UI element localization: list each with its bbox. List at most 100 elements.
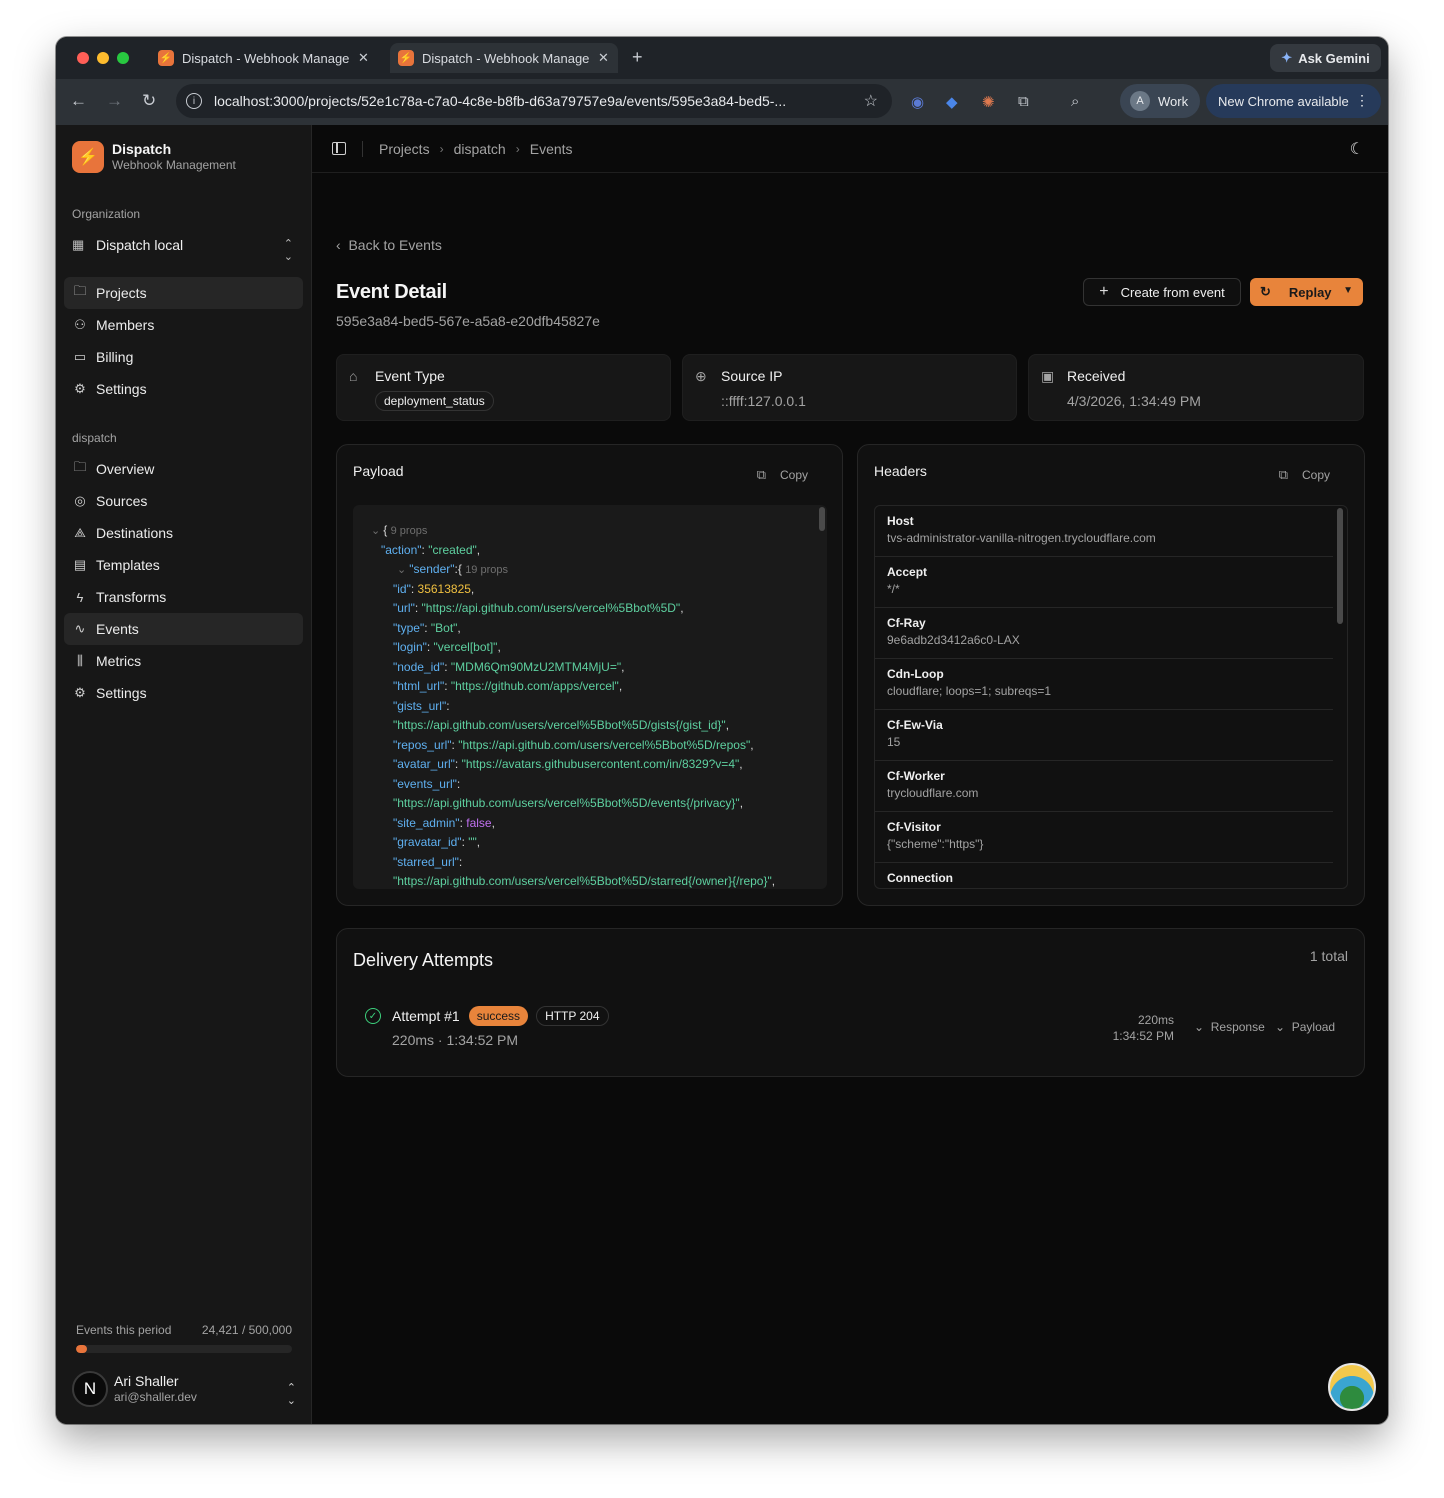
- copy-icon: ⧉: [1278, 467, 1288, 482]
- sidebar-item-destinations[interactable]: ⟁ Destinations: [64, 517, 303, 549]
- breadcrumb-projects[interactable]: Projects: [379, 141, 430, 157]
- json-line: "url": "https://api.github.com/users/ver…: [393, 599, 684, 619]
- sidebar-item-project-settings[interactable]: ⚙ Settings: [64, 677, 303, 709]
- attempt-duration: 220ms: [1137, 1013, 1174, 1027]
- create-from-event-button[interactable]: + Create from event: [1083, 278, 1241, 306]
- json-token: ,: [750, 737, 754, 752]
- replay-button[interactable]: ↻ Replay ▼: [1250, 278, 1363, 306]
- back-arrow-icon[interactable]: ←: [70, 91, 87, 111]
- response-toggle[interactable]: ⌄ Response: [1194, 1020, 1265, 1034]
- breadcrumb-project[interactable]: dispatch: [454, 141, 506, 157]
- breadcrumb-events[interactable]: Events: [530, 141, 573, 157]
- headers-copy-button[interactable]: ⧉ Copy: [1279, 467, 1330, 483]
- close-window-button[interactable]: [77, 52, 89, 64]
- delivery-total: 1 total: [1309, 948, 1348, 964]
- activity-icon: ∿: [74, 621, 86, 636]
- more-menu-icon[interactable]: ⋮: [1355, 92, 1369, 109]
- sidebar-item-overview[interactable]: 🗀 Overview: [64, 453, 303, 485]
- json-line: "node_id": "MDM6Qm90MzU2MTM4MjU=",: [393, 658, 624, 678]
- json-viewer[interactable]: ⌄ { 9 props "action": "created", ⌄ "sender…: [353, 505, 827, 889]
- chevron-down-icon[interactable]: ▼: [1343, 285, 1353, 296]
- site-info-icon[interactable]: i: [186, 93, 202, 109]
- json-token: "type": [393, 620, 425, 635]
- sidebar-item-billing[interactable]: ▭ Billing: [64, 341, 303, 373]
- create-label: Create from event: [1120, 284, 1225, 300]
- chrome-update-button[interactable]: New Chrome available ⋮: [1206, 84, 1381, 118]
- sidebar-toggle-icon[interactable]: [332, 142, 346, 155]
- back-to-events-link[interactable]: ‹ Back to Events: [336, 237, 442, 253]
- minimize-window-button[interactable]: [97, 52, 109, 64]
- header-name: Cf-Visitor: [887, 820, 941, 834]
- json-token: ,: [491, 815, 495, 830]
- sidebar-item-projects[interactable]: 🗀 Projects: [64, 277, 303, 309]
- forward-arrow-icon[interactable]: →: [106, 91, 123, 111]
- json-token: "avatar_url": [393, 757, 455, 771]
- sidebar-item-events[interactable]: ∿ Events: [64, 613, 303, 645]
- headers-panel: Headers ⧉ Copy Host tvs-administrator-vani…: [857, 444, 1365, 906]
- header-value: 9e6adb2d3412a6c0-LAX: [887, 633, 1020, 647]
- moon-theme-icon[interactable]: ☾: [1350, 139, 1364, 159]
- reload-icon[interactable]: ↻: [142, 91, 156, 111]
- copy-label: Copy: [779, 468, 808, 482]
- ask-gemini-button[interactable]: ✦ Ask Gemini: [1270, 44, 1381, 72]
- bookmark-star-icon[interactable]: ☆: [864, 91, 878, 111]
- extension-tag-icon[interactable]: ◆: [946, 93, 958, 111]
- organization-selector[interactable]: ▦ Dispatch local ⌃ ⌄: [64, 229, 303, 263]
- profile-button[interactable]: A Work: [1120, 84, 1200, 118]
- page-header: Projects › dispatch › Events ☾: [312, 125, 1388, 173]
- user-menu[interactable]: N Ari Shaller ari@shaller.dev ⌃ ⌄: [72, 1369, 296, 1409]
- json-token: "https://api.github.com/users/vercel%5Bb…: [393, 796, 740, 810]
- json-token: "https://api.github.com/users/vercel%5Bb…: [458, 737, 751, 752]
- attempt-time: 1:34:52 PM: [1112, 1029, 1174, 1043]
- header-name: Cf-Ew-Via: [887, 718, 943, 732]
- header-row: Connection: [875, 863, 1333, 888]
- delivery-attempts-card: Delivery Attempts 1 total ✓ Attempt #1 s…: [336, 928, 1365, 1077]
- sidebar-item-sources[interactable]: ◎ Sources: [64, 485, 303, 517]
- json-token: "starred_url": [393, 854, 459, 869]
- url-text: localhost:3000/projects/52e1c78a-c7a0-4c…: [214, 93, 787, 109]
- user-name: Ari Shaller: [114, 1373, 179, 1389]
- status-badge: success: [468, 1006, 529, 1026]
- sidebar-item-metrics[interactable]: ⫼ Metrics: [64, 645, 303, 677]
- sidebar-item-templates[interactable]: ▤ Templates: [64, 549, 303, 581]
- source-ip-value: ::ffff:127.0.0.1: [721, 393, 806, 409]
- extension-claude-icon[interactable]: ✺: [982, 93, 995, 111]
- close-tab-icon[interactable]: ✕: [598, 50, 609, 66]
- sidebar-item-transforms[interactable]: ϟ Transforms: [64, 581, 303, 613]
- maximize-window-button[interactable]: [117, 52, 129, 64]
- check-circle-icon: ✓: [365, 1008, 381, 1024]
- header-value: 15: [887, 735, 901, 749]
- json-token: ,: [470, 581, 475, 596]
- header-row: Host tvs-administrator-vanilla-nitrogen.t…: [875, 506, 1333, 557]
- received-value: 4/3/2026, 1:34:49 PM: [1067, 393, 1201, 409]
- sidebar-item-members[interactable]: ⚇ Members: [64, 309, 303, 341]
- headers-list[interactable]: Host tvs-administrator-vanilla-nitrogen.t…: [874, 505, 1348, 889]
- address-bar[interactable]: i localhost:3000/projects/52e1c78a-c7a0-…: [176, 84, 892, 118]
- sidebar-item-org-settings[interactable]: ⚙ Settings: [64, 373, 303, 405]
- browser-tab[interactable]: ⚡ Dispatch - Webhook Management ✕: [148, 43, 376, 73]
- headers-scrollbar-thumb[interactable]: [1337, 508, 1343, 624]
- tab-title: Dispatch - Webhook Management: [422, 50, 590, 66]
- extension-broadcast-icon[interactable]: ◉: [911, 93, 924, 111]
- json-token: 19 props: [465, 564, 508, 576]
- header-name: Cdn-Loop: [887, 667, 944, 681]
- close-tab-icon[interactable]: ✕: [358, 50, 369, 66]
- json-token: "https://api.github.com/users/vercel%5Bb…: [393, 874, 772, 888]
- json-token: "site_admin": [393, 815, 460, 830]
- new-tab-button[interactable]: +: [632, 47, 643, 68]
- assistant-avatar-button[interactable]: [1328, 1363, 1376, 1411]
- extensions-puzzle-icon[interactable]: ⧉: [1018, 93, 1029, 110]
- payload-copy-button[interactable]: ⧉ Copy: [757, 467, 808, 483]
- json-token: ,: [497, 640, 501, 654]
- browser-tab-active[interactable]: ⚡ Dispatch - Webhook Management ✕: [390, 43, 618, 73]
- json-scrollbar-thumb[interactable]: [819, 507, 825, 531]
- header-row: Cf-Visitor {"scheme":"https"}: [875, 812, 1333, 863]
- header-row: Accept */*: [875, 557, 1333, 608]
- payload-toggle[interactable]: ⌄ Payload: [1275, 1020, 1335, 1034]
- tab-search-icon[interactable]: ⌕: [1071, 93, 1079, 110]
- json-token: "gists_url": [393, 698, 447, 713]
- json-token: ,: [618, 679, 623, 693]
- json-token: "login": [393, 640, 427, 654]
- brand[interactable]: ⚡ Dispatch Webhook Management: [72, 141, 236, 173]
- json-token: :: [454, 757, 462, 771]
